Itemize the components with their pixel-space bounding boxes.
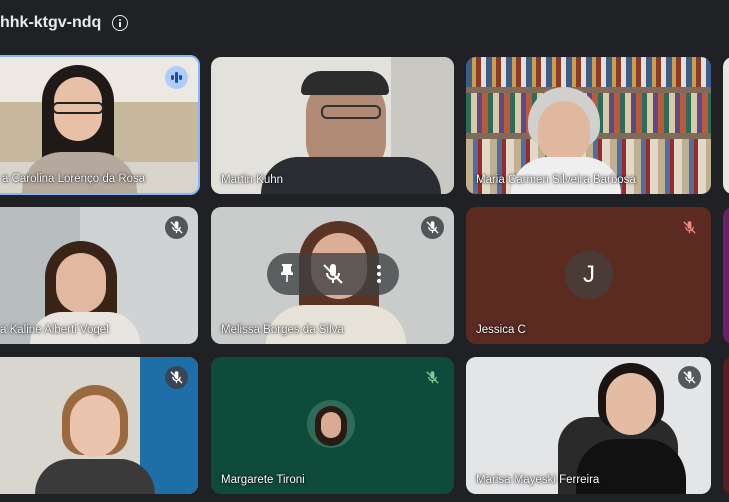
tile-hover-controls: [267, 253, 399, 295]
participant-glasses: [52, 102, 104, 114]
participant-name: Melissa Borges da Silva: [221, 324, 344, 336]
mic-muted-icon: [421, 366, 444, 389]
participant-body: [261, 157, 441, 194]
participant-glasses: [321, 105, 381, 119]
participant-name: Martin Kuhn: [221, 174, 284, 186]
participant-name: a Carolina Lorenço da Rosa: [2, 173, 146, 185]
mute-participant-icon[interactable]: [321, 262, 345, 286]
participant-face: [70, 395, 120, 457]
participant-tile-overflow-3[interactable]: [723, 357, 729, 494]
mic-muted-icon: [678, 366, 701, 389]
participant-name: a Kaline Alberti Vogel: [0, 324, 109, 336]
info-icon[interactable]: [112, 15, 128, 31]
participant-tile-2[interactable]: Martin Kuhn: [211, 57, 454, 194]
mic-muted-icon: [421, 216, 444, 239]
speaking-indicator: [165, 66, 188, 89]
participant-tile-6[interactable]: J Jessica C: [466, 207, 711, 344]
meeting-code: hhk-ktgv-ndq: [0, 14, 102, 31]
participant-tile-overflow-2[interactable]: [723, 207, 729, 344]
participant-name: Jessica C: [476, 324, 526, 336]
participant-tile-4[interactable]: a Kaline Alberti Vogel: [0, 207, 198, 344]
participant-tile-7[interactable]: [0, 357, 198, 494]
participant-tile-3[interactable]: Maria Carmen Silveira Barbosa: [466, 57, 711, 194]
participant-tile-9[interactable]: Marisa Mayeski Ferreira: [466, 357, 711, 494]
participant-name: Marisa Mayeski Ferreira: [476, 474, 600, 486]
pin-icon[interactable]: [275, 262, 299, 286]
bookshelf: [466, 57, 711, 87]
participant-face: [56, 253, 106, 313]
mic-muted-icon: [165, 216, 188, 239]
participant-avatar: [307, 400, 355, 448]
participant-body: [35, 459, 155, 494]
participant-tile-overflow-1[interactable]: [723, 57, 729, 194]
participant-face: [538, 101, 590, 163]
more-options-icon[interactable]: [367, 262, 391, 286]
participant-face: [606, 373, 656, 435]
participant-tile-8[interactable]: Margarete Tironi: [211, 357, 454, 494]
participant-tile-5[interactable]: Melissa Borges da Silva: [211, 207, 454, 344]
participant-avatar: J: [565, 251, 613, 299]
mic-muted-icon: [678, 216, 701, 239]
participant-tile-1[interactable]: a Carolina Lorenço da Rosa: [0, 55, 200, 195]
mic-muted-icon: [165, 366, 188, 389]
participant-name: Maria Carmen Silveira Barbosa: [476, 174, 636, 186]
meeting-header: hhk-ktgv-ndq: [0, 0, 729, 50]
participant-name: Margarete Tironi: [221, 474, 305, 486]
participant-hat: [301, 71, 389, 95]
